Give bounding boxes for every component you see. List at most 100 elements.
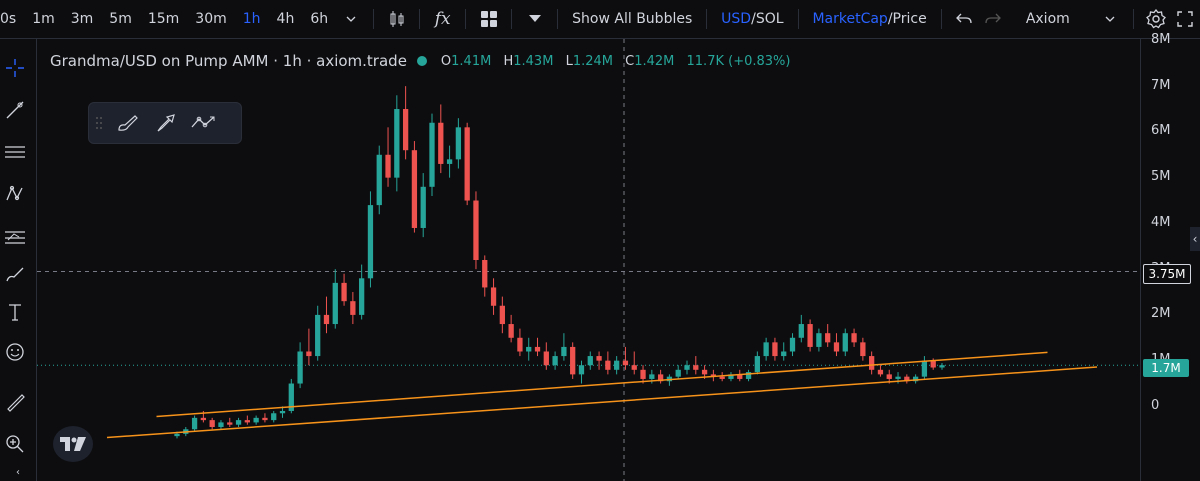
candle-body [842,333,848,352]
brand-label[interactable]: Axiom [1020,11,1076,27]
fib-tool-icon[interactable] [0,137,30,167]
undo-icon[interactable] [950,3,979,35]
price-axis[interactable]: 8M7M6M5M4M3M2M1M0 3.75M 1.7M [1140,32,1200,481]
ruler-tool-icon[interactable] [0,387,30,417]
candle-body [833,342,840,352]
layout-grid-icon[interactable] [474,3,503,35]
candle-body [341,282,347,302]
candle-body [517,337,523,352]
chevron-down-icon[interactable] [1096,3,1125,35]
candle-body [420,186,426,228]
text-tool-icon[interactable] [0,297,30,327]
indicators-button[interactable]: fx [428,3,457,35]
candle-body [578,365,585,375]
candle-body [860,342,866,357]
candle-body [253,417,259,423]
timeframe-6h[interactable]: 6h [302,11,336,27]
price-label: 4M [1151,214,1171,230]
emoji-tool-icon[interactable] [0,337,30,367]
timeframe-5m[interactable]: 5m [101,11,140,27]
candle-body [772,342,778,357]
toolbar-divider [511,9,513,29]
candle-body [816,333,822,347]
brush-icon[interactable] [109,107,147,139]
indicators-label: fx [434,9,451,29]
low-key: L [565,53,573,69]
candle-body [614,360,620,370]
close-key: C [625,53,635,69]
candle-body [851,333,857,343]
candle-body [895,376,901,379]
crosshair-icon[interactable] [0,53,30,83]
caret-down-icon[interactable] [520,3,549,35]
candle-body [376,154,382,206]
path-icon[interactable] [185,107,223,139]
candle-body [781,351,787,357]
timeframe-30m[interactable]: 30m [187,11,234,27]
show-all-bubbles-button[interactable]: Show All Bubbles [566,11,698,27]
timeframe-1h[interactable]: 1h [235,11,269,27]
trendline [106,366,1098,439]
candle-body [359,278,365,315]
candle-body [587,356,593,366]
timeframe-4h[interactable]: 4h [269,11,303,27]
candle-body [279,410,286,414]
zoom-in-icon[interactable] [0,429,30,459]
toolbar-divider [373,9,375,29]
candle-body [640,369,646,379]
toolbar-divider [797,9,799,29]
timeframe-0s[interactable]: 0s [0,11,24,27]
candle-body [675,369,681,377]
candle-body [499,305,505,325]
candle-body [701,369,708,375]
low-value: 1.24M [572,53,613,69]
metric-toggle[interactable]: MarketCap/Price [806,11,932,27]
candle-body [684,365,690,370]
fullscreen-icon[interactable] [1171,3,1200,35]
candle-body [394,109,400,178]
candle-body [262,417,268,421]
tradingview-logo[interactable] [53,426,93,462]
currency-primary: USD [721,11,752,27]
candle-body [596,356,602,361]
candle-body [622,360,629,366]
currency-secondary: SOL [755,11,784,27]
timeframe-dropdown-icon[interactable] [336,3,365,35]
candle-body [332,282,338,325]
timeframe-3m[interactable]: 3m [63,11,102,27]
candle-body [798,324,804,338]
candle-body [350,301,356,315]
candle-body [825,333,831,343]
high-value: 1.43M [513,53,554,69]
arrow-icon[interactable] [147,107,185,139]
pattern-tool-icon[interactable] [0,179,30,209]
candle-body [271,413,277,421]
trendline-tool-icon[interactable] [0,95,30,125]
candle-body [869,356,875,370]
status-dot-icon [416,56,427,66]
redo-icon[interactable] [979,3,1008,35]
collapse-chevron-icon[interactable]: ‹ [0,463,36,481]
candle-body [227,422,233,425]
candle-body [693,365,699,370]
candle-body [438,122,444,164]
drag-handle-icon[interactable] [89,116,109,130]
candle-body [446,159,453,164]
brush-tool-icon[interactable] [0,259,30,289]
currency-toggle[interactable]: USD/SOL [715,11,789,27]
candle-body [886,374,892,379]
candle-body [754,356,760,373]
high-key: H [503,53,514,69]
settings-gear-icon[interactable] [1142,3,1171,35]
candle-body [297,351,303,384]
candle-style-icon[interactable] [382,3,411,35]
candle-body [200,417,207,421]
metric-primary: MarketCap [812,11,888,27]
timeframe-1m[interactable]: 1m [24,11,63,27]
sidebar-toggle-icon[interactable]: ‹ [1190,227,1200,251]
change-value: 11.7K (+0.83%) [686,53,791,69]
candle-body [411,150,418,228]
forecast-tool-icon[interactable] [0,221,30,251]
candle-body [605,360,611,370]
timeframe-15m[interactable]: 15m [140,11,187,27]
